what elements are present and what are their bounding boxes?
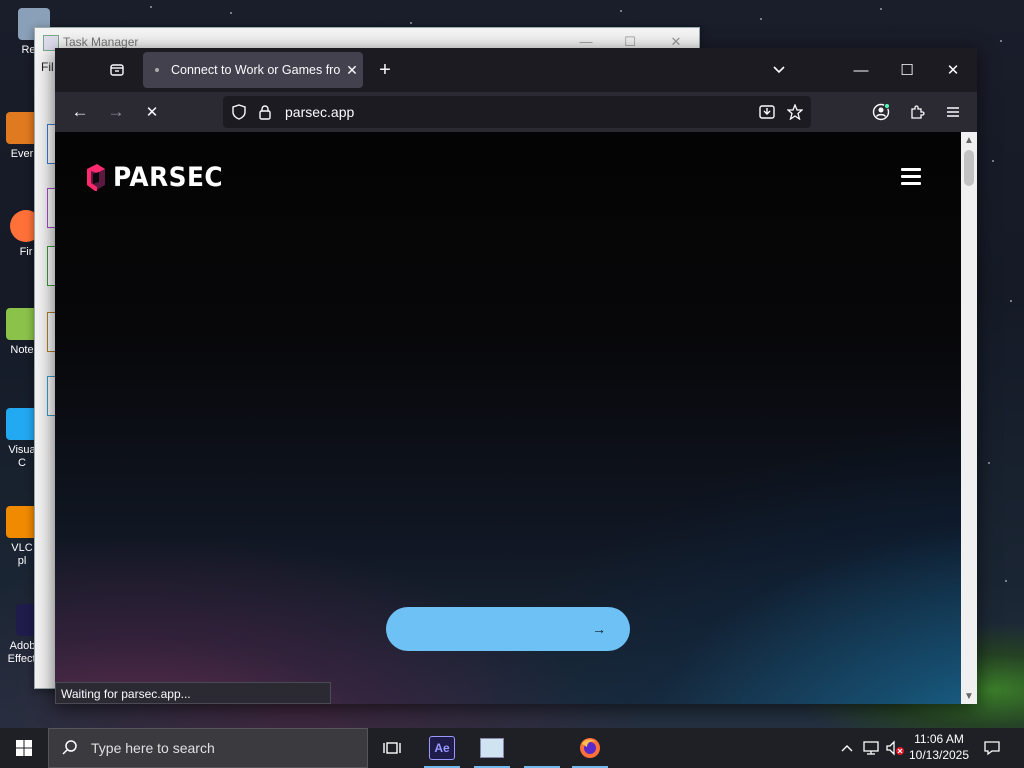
scroll-down-arrow[interactable]: ▼ — [961, 688, 977, 704]
new-tab-button[interactable]: + — [367, 54, 403, 86]
clock-time: 11:06 AM — [914, 732, 964, 746]
download-icon[interactable] — [755, 96, 779, 128]
chevron-down-icon — [773, 66, 785, 74]
firefox-view-icon — [110, 64, 124, 76]
tab-loading-icon — [155, 68, 159, 72]
shield-icon[interactable] — [227, 96, 251, 128]
account-button[interactable] — [865, 96, 897, 128]
browser-close-button[interactable]: ✕ — [930, 54, 976, 86]
tab-title: Connect to Work or Games from — [171, 63, 341, 77]
start-button[interactable] — [0, 728, 48, 768]
arrow-right-icon: → — [592, 621, 606, 637]
app-menu-button[interactable] — [937, 96, 969, 128]
taskbar-after-effects[interactable]: Ae — [422, 728, 462, 768]
stop-button[interactable]: ✕ — [136, 96, 168, 128]
browser-minimize-button[interactable]: — — [838, 54, 884, 86]
url-bar[interactable]: parsec.app — [223, 96, 811, 128]
task-view-button[interactable] — [372, 728, 412, 768]
task-view-icon — [383, 742, 401, 754]
bookmark-star-icon[interactable] — [783, 96, 807, 128]
browser-maximize-button[interactable]: ☐ — [884, 54, 930, 86]
notifications-button[interactable] — [980, 728, 1004, 768]
system-clock[interactable]: 11:06 AM 10/13/2025 — [906, 731, 972, 763]
list-all-tabs-button[interactable] — [761, 54, 797, 86]
hamburger-icon — [901, 168, 921, 171]
parsec-logo-text: PARSEC — [113, 162, 224, 193]
lock-icon[interactable] — [253, 96, 277, 128]
account-icon — [872, 103, 890, 121]
taskbar: Type here to search Ae 11:06 AM 10/13/20… — [0, 728, 1024, 768]
search-placeholder: Type here to search — [91, 740, 215, 756]
hamburger-icon — [947, 107, 959, 117]
tab-parsec[interactable]: Connect to Work or Games from ✕ — [143, 52, 363, 88]
scrollbar-thumb[interactable] — [964, 150, 974, 186]
search-icon — [62, 740, 77, 755]
clock-date: 10/13/2025 — [908, 748, 970, 762]
navigation-toolbar: ← → ✕ parsec.app — [55, 92, 977, 132]
windows-logo-icon — [16, 740, 32, 756]
taskbar-search-box[interactable]: Type here to search — [48, 728, 368, 768]
cta-button[interactable]: → — [386, 607, 630, 651]
task-manager-file-menu[interactable]: Fil — [41, 60, 54, 74]
tab-bar: Connect to Work or Games from ✕ + — ☐ ✕ — [55, 48, 977, 92]
firefox-icon — [580, 738, 600, 758]
volume-muted-icon[interactable] — [884, 728, 906, 768]
forward-button[interactable]: → — [100, 96, 132, 128]
show-hidden-icons-chevron-up-icon[interactable] — [836, 728, 858, 768]
task-manager-title: Task Manager — [63, 35, 139, 49]
after-effects-icon: Ae — [429, 736, 455, 760]
parsec-logo-icon — [87, 163, 105, 191]
status-bar: Waiting for parsec.app... — [55, 682, 331, 704]
extensions-button[interactable] — [901, 96, 933, 128]
task-manager-icon — [480, 738, 504, 758]
taskbar-app-blank[interactable] — [522, 728, 562, 768]
site-menu-button[interactable] — [901, 168, 921, 186]
puzzle-icon — [911, 105, 925, 119]
firefox-window[interactable]: Connect to Work or Games from ✕ + — ☐ ✕ … — [55, 48, 977, 704]
network-icon[interactable] — [860, 728, 882, 768]
firefox-view-button[interactable] — [99, 54, 135, 86]
scroll-up-arrow[interactable]: ▲ — [961, 132, 977, 148]
web-page-content: PARSEC → — [55, 132, 961, 704]
back-button[interactable]: ← — [64, 96, 96, 128]
parsec-logo[interactable]: PARSEC — [85, 162, 233, 193]
notification-icon — [984, 741, 1000, 756]
url-text: parsec.app — [285, 104, 355, 120]
taskbar-firefox[interactable] — [570, 728, 610, 768]
taskbar-task-manager[interactable] — [472, 728, 512, 768]
page-scrollbar[interactable]: ▲ ▼ — [961, 132, 977, 704]
tab-close-button[interactable]: ✕ — [341, 62, 363, 79]
